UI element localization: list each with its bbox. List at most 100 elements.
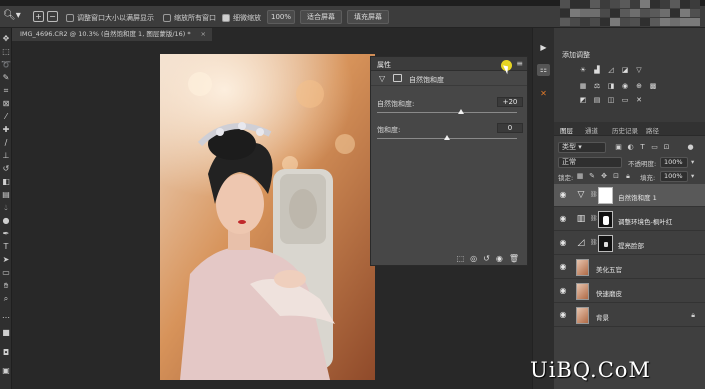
photo-filter-icon[interactable]: ◉ — [620, 82, 630, 90]
dodge-tool-icon[interactable]: ● — [1, 216, 11, 225]
zoom-out-icon[interactable]: − — [47, 11, 58, 22]
layer-mask-thumbnail[interactable] — [598, 235, 613, 252]
scrubby-zoom-checkbox[interactable] — [222, 13, 230, 22]
resize-windows-checkbox[interactable] — [66, 13, 74, 22]
move-tool-icon[interactable]: ✥ — [1, 34, 11, 43]
frame-tool-icon[interactable]: ⊠ — [1, 99, 11, 108]
saturation-input[interactable]: 0 — [497, 123, 523, 133]
history-brush-tool-icon[interactable]: ↺ — [1, 164, 11, 173]
brush-tool-icon[interactable]: ∕ — [1, 138, 11, 147]
black-white-icon[interactable]: ◨ — [606, 82, 616, 90]
gradient-map-icon[interactable]: ▭ — [620, 96, 630, 104]
selective-color-icon[interactable]: ✕ — [634, 96, 644, 104]
eye-icon[interactable]: ◉ — [558, 310, 568, 320]
filter-smart-icon[interactable]: ⊡ — [662, 143, 671, 152]
visibility-icon[interactable]: ◉ — [496, 254, 503, 263]
layer-mask-icon[interactable] — [393, 74, 402, 82]
shape-tool-icon[interactable]: ▭ — [1, 268, 11, 277]
crop-tool-icon[interactable]: ⌗ — [1, 86, 11, 95]
color-swatch-icon[interactable]: ■ — [1, 328, 11, 337]
layer-row[interactable]: ◉ 美化五官 — [554, 256, 705, 279]
clip-to-layer-icon[interactable]: ⬚ — [457, 254, 465, 263]
path-select-tool-icon[interactable]: ➤ — [1, 255, 11, 264]
close-tab-icon[interactable]: × — [201, 28, 206, 41]
tab-layers[interactable]: 图层 — [560, 125, 573, 135]
layer-row[interactable]: ◉ ◿ ⛓︎ 提亮脸部 — [554, 232, 705, 255]
tab-paths[interactable]: 路径 — [646, 125, 659, 135]
hand-tool-icon[interactable]: ✋︎ — [1, 281, 11, 290]
document-tab[interactable]: IMG_4696.CR2 @ 10.3% (自然饱和度 1, 图层蒙版/16) … — [12, 28, 212, 41]
channel-mixer-icon[interactable]: ⊕ — [634, 82, 644, 90]
lock-paint-icon[interactable]: ✎ — [588, 172, 596, 180]
tools-dock-icon[interactable]: ✕ — [537, 88, 550, 100]
filter-toggle-icon[interactable]: ● — [686, 143, 695, 152]
healing-brush-tool-icon[interactable]: ✚ — [1, 125, 11, 134]
exposure-icon[interactable]: ◪ — [620, 66, 630, 74]
layer-row[interactable]: ◉ 背景 🔒︎ — [554, 304, 705, 327]
eye-icon[interactable]: ◉ — [558, 214, 568, 224]
vibrance-icon[interactable]: ▽ — [634, 66, 644, 74]
blend-mode-select[interactable]: 正常 — [558, 157, 622, 168]
marquee-tool-icon[interactable]: ⬚ — [1, 47, 11, 56]
expand-dock-icon[interactable]: ▶ — [537, 42, 550, 54]
clone-stamp-tool-icon[interactable]: ⊥ — [1, 151, 11, 160]
tab-history[interactable]: 历史记录 — [612, 125, 638, 135]
resize-windows-option[interactable]: 调整窗口大小以满屏显示 — [66, 12, 154, 23]
zoom-all-windows-checkbox[interactable] — [163, 13, 171, 22]
blur-tool-icon[interactable]: 💧︎ — [1, 203, 11, 212]
view-previous-icon[interactable]: ◎ — [470, 254, 477, 263]
lock-pixels-icon[interactable]: ▦ — [576, 172, 584, 180]
lock-all-icon[interactable]: 🔒︎ — [624, 172, 632, 180]
filter-pixel-icon[interactable]: ▣ — [614, 143, 623, 152]
vibrance-input[interactable]: +20 — [497, 97, 523, 107]
opacity-dropdown-icon[interactable]: ▾ — [691, 158, 694, 166]
fill-dropdown-icon[interactable]: ▾ — [691, 172, 694, 180]
zoom-tool-icon[interactable]: 🔍︎▾ — [3, 10, 25, 24]
scrubby-zoom-option[interactable]: 细微缩放 — [222, 12, 261, 23]
lock-artboard-icon[interactable]: ⊡ — [612, 172, 620, 180]
quick-select-tool-icon[interactable]: ✎ — [1, 73, 11, 82]
filter-shape-icon[interactable]: ▭ — [650, 143, 659, 152]
gradient-tool-icon[interactable]: ▤ — [1, 190, 11, 199]
eye-icon[interactable]: ◉ — [558, 286, 568, 296]
layer-mask-thumbnail[interactable] — [598, 211, 613, 228]
screen-mode-icon[interactable]: ▣ — [1, 366, 11, 375]
posterize-icon[interactable]: ▤ — [592, 96, 602, 104]
threshold-icon[interactable]: ◫ — [606, 96, 616, 104]
more-tools-icon[interactable]: … — [1, 311, 11, 320]
color-lookup-icon[interactable]: ▩ — [648, 82, 658, 90]
levels-icon[interactable]: ▟ — [592, 66, 602, 74]
color-balance-icon[interactable]: ⚖ — [592, 82, 602, 90]
panel-menu-icon[interactable]: ≡ — [516, 59, 523, 68]
saturation-slider-thumb[interactable] — [444, 135, 450, 140]
layer-row[interactable]: ◉ 快速磨皮 — [554, 280, 705, 303]
reset-icon[interactable]: ↺ — [483, 254, 490, 263]
fit-screen-button[interactable]: 适合屏幕 — [300, 10, 342, 24]
zoom-tool-icon[interactable]: ⌕ — [1, 294, 11, 303]
type-tool-icon[interactable]: T — [1, 242, 11, 251]
fill-input[interactable]: 100% — [660, 171, 688, 182]
vibrance-slider-track[interactable] — [377, 112, 517, 113]
delete-icon[interactable]: 🗑︎ — [509, 254, 519, 263]
layer-row[interactable]: ◉ ▽ ⛓︎ 自然饱和度 1 — [554, 184, 705, 207]
layer-mask-thumbnail[interactable] — [598, 187, 613, 204]
invert-icon[interactable]: ◩ — [578, 96, 588, 104]
tab-channels[interactable]: 通道 — [585, 125, 598, 135]
zoom-in-icon[interactable]: + — [33, 11, 44, 22]
zoom-100-button[interactable]: 100% — [267, 10, 295, 24]
eraser-tool-icon[interactable]: ◧ — [1, 177, 11, 186]
curves-icon[interactable]: ◿ — [606, 66, 616, 74]
quick-mask-icon[interactable]: ◘ — [1, 348, 11, 357]
lasso-tool-icon[interactable]: ➰ — [1, 60, 11, 69]
fill-screen-button[interactable]: 填充屏幕 — [347, 10, 389, 24]
brightness-icon[interactable]: ☀ — [578, 66, 588, 74]
filter-adjustment-icon[interactable]: ◐ — [626, 143, 635, 152]
eye-icon[interactable]: ◉ — [558, 190, 568, 200]
pen-tool-icon[interactable]: ✒ — [1, 229, 11, 238]
hue-sat-icon[interactable]: ▦ — [578, 82, 588, 90]
eye-icon[interactable]: ◉ — [558, 262, 568, 272]
eye-icon[interactable]: ◉ — [558, 238, 568, 248]
layer-kind-select[interactable]: 类型 ▾ — [558, 142, 606, 153]
filter-type-icon[interactable]: T — [638, 143, 647, 152]
layer-row[interactable]: ◉ ▥ ⛓︎ 调整环境色-枫叶红 — [554, 208, 705, 231]
